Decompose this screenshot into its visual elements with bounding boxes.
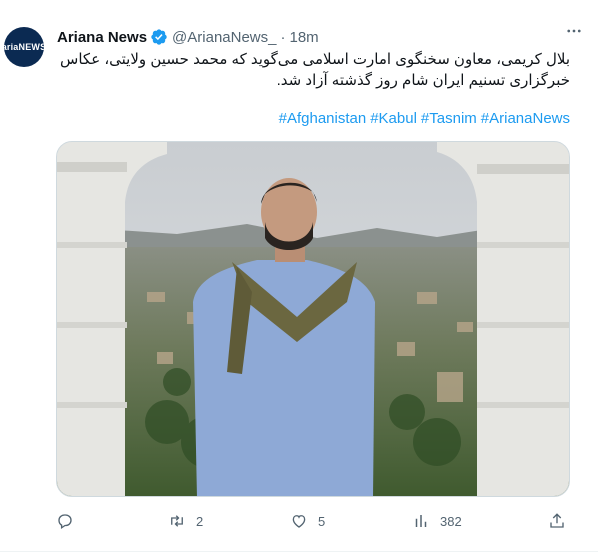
tweet-actions: 2 5 382 bbox=[56, 510, 570, 532]
hashtag-afghanistan[interactable]: #Afghanistan bbox=[279, 110, 367, 127]
views-icon bbox=[415, 515, 427, 527]
separator-dot: · bbox=[280, 28, 286, 46]
like-button[interactable]: 5 bbox=[290, 510, 325, 532]
retweet-button[interactable]: 2 bbox=[168, 510, 203, 532]
share-button[interactable] bbox=[548, 510, 576, 532]
hashtag-kabul[interactable]: #Kabul bbox=[370, 110, 417, 127]
ellipsis-icon[interactable] bbox=[564, 22, 584, 42]
avatar[interactable]: ariaNEWS bbox=[4, 27, 44, 67]
photo-man-on-tower bbox=[57, 142, 569, 496]
tweet-header: Ariana News @ArianaNews_ · 18m bbox=[57, 26, 319, 48]
tweet-time[interactable]: 18m bbox=[289, 29, 318, 46]
tweet-photo[interactable] bbox=[56, 141, 570, 497]
hashtag-list: #Afghanistan #Kabul #Tasnim #ArianaNews bbox=[56, 108, 570, 129]
hashtag-tasnim[interactable]: #Tasnim bbox=[421, 110, 477, 127]
tweet-text: بلال کریمی، معاون سخنگوی امارت اسلامی می… bbox=[60, 51, 570, 89]
avatar-logo-text: ariaNEWS bbox=[4, 42, 44, 52]
views-count: 382 bbox=[440, 513, 462, 529]
verified-badge-icon bbox=[151, 29, 167, 45]
author-handle[interactable]: @ArianaNews_ bbox=[172, 29, 276, 46]
views-button[interactable]: 382 bbox=[412, 510, 462, 532]
retweet-count: 2 bbox=[196, 513, 204, 529]
reply-button[interactable] bbox=[56, 510, 84, 532]
like-count: 5 bbox=[318, 513, 326, 529]
author-name[interactable]: Ariana News bbox=[57, 29, 147, 46]
share-icon bbox=[550, 513, 564, 528]
heart-icon bbox=[292, 515, 306, 528]
retweet-icon bbox=[171, 515, 183, 527]
tweet-card[interactable]: ariaNEWS Ariana News @ArianaNews_ · 18m … bbox=[0, 0, 598, 552]
reply-icon bbox=[58, 514, 72, 530]
hashtag-ariananews[interactable]: #ArianaNews bbox=[481, 110, 570, 127]
